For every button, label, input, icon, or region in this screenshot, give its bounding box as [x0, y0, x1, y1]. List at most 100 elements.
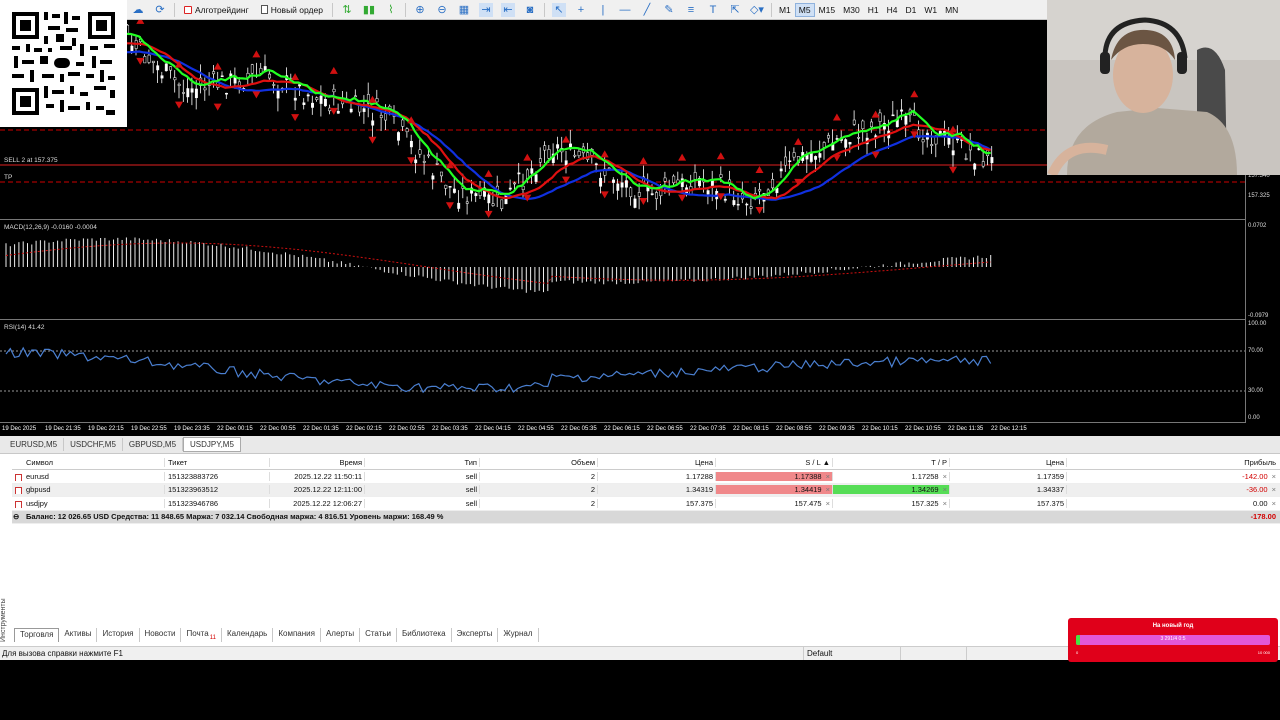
timeframe-m15[interactable]: M15	[815, 3, 840, 17]
remove-tp-icon[interactable]: ×	[943, 485, 947, 494]
line-chart-icon[interactable]: ⌇	[384, 3, 398, 17]
close-position-icon[interactable]: ×	[1272, 485, 1276, 494]
toolbox-tab-label: Компания	[278, 629, 315, 638]
chart-tab[interactable]: USDJPY,M5	[183, 437, 241, 452]
rsi-pane[interactable]: RSI(14) 41.42	[0, 320, 1245, 423]
balance-row[interactable]: ⊖ Баланс: 12 026.65 USD Средства: 11 848…	[12, 510, 1280, 524]
cell-time: 2025.12.22 12:11:00	[269, 485, 364, 495]
arrows-icon[interactable]: ⇱	[728, 3, 742, 17]
toolbar-separator	[331, 2, 333, 17]
cell-sl[interactable]: 1.17388 ×	[715, 471, 832, 481]
zoom-in-icon[interactable]: ⊕	[413, 3, 427, 17]
terminal-window: ☁ ⟳ Алготрейдинг Новый ордер ⇅ ▮▮ ⌇ ⊕ ⊖ …	[0, 0, 1280, 720]
screenshot-icon[interactable]: ◙	[523, 3, 537, 17]
toolbox-tab[interactable]: Почта11	[181, 628, 222, 642]
toolbox-tab[interactable]: Эксперты	[452, 628, 499, 642]
new-order-button[interactable]: Новый ордер	[255, 2, 329, 18]
trendline-icon[interactable]: ╱	[640, 3, 654, 17]
timeframe-h4[interactable]: H4	[883, 3, 902, 17]
chart-tab[interactable]: GBPUSD,M5	[123, 438, 184, 451]
zoom-out-icon[interactable]: ⊖	[435, 3, 449, 17]
close-position-icon[interactable]: ×	[1272, 472, 1276, 481]
chart-tab[interactable]: EURUSD,M5	[4, 438, 65, 451]
toolbox-tab[interactable]: Активы	[59, 628, 98, 642]
tp-label: TP	[4, 174, 13, 181]
rsi-axis: 100.00 70.00 30.00 0.00	[1245, 320, 1280, 423]
toolbox-tab-label: Библиотека	[402, 629, 446, 638]
timeframe-m5[interactable]: M5	[794, 2, 815, 17]
remove-sl-icon[interactable]: ×	[826, 472, 830, 481]
timeframe-m1[interactable]: M1	[775, 3, 795, 17]
cell-tp[interactable]: 157.325 ×	[832, 498, 949, 508]
autoscroll-icon[interactable]: ⇥	[478, 2, 493, 17]
tp-value: 1.34269	[911, 485, 939, 495]
timeframe-m30[interactable]: M30	[839, 3, 864, 17]
cell-symbol: eurusd	[12, 472, 164, 481]
toolbox-tab[interactable]: Новости	[140, 628, 182, 642]
fibonacci-icon[interactable]: ≡	[684, 3, 698, 17]
toolbox-tab[interactable]: Календарь	[222, 628, 274, 642]
toolbox-tab[interactable]: Библиотека	[397, 628, 452, 642]
grid-icon[interactable]: ▦	[457, 3, 471, 17]
macd-axis-bottom: -0.0979	[1248, 313, 1269, 319]
toolbox-tab[interactable]: Журнал	[498, 628, 539, 642]
time-axis-label: 22 Dec 02:55	[389, 426, 425, 432]
text-tool-icon[interactable]: T	[706, 3, 720, 17]
remove-tp-icon[interactable]: ×	[943, 499, 947, 508]
toolbox-tab[interactable]: Компания	[273, 628, 321, 642]
toolbox-tab[interactable]: Алерты	[321, 628, 361, 642]
col-profit[interactable]: Прибыль	[1066, 458, 1280, 467]
profile-name[interactable]: Default	[803, 647, 900, 660]
col-sl[interactable]: S / L ▲	[715, 458, 832, 467]
remove-sl-icon[interactable]: ×	[826, 485, 830, 494]
close-position-icon[interactable]: ×	[1272, 499, 1276, 508]
cell-tp[interactable]: 1.17258 ×	[832, 471, 949, 481]
algo-trading-button[interactable]: Алготрейдинг	[178, 2, 255, 18]
remove-tp-icon[interactable]: ×	[943, 472, 947, 481]
table-row[interactable]: usdjpy 151323946786 2025.12.22 12:06:27 sel…	[12, 497, 1280, 511]
toolbox-side-label[interactable]: Инструменты	[0, 598, 10, 642]
chart-tab[interactable]: USDCHF,M5	[64, 438, 123, 451]
col-time[interactable]: Время	[269, 458, 364, 467]
col-price[interactable]: Цена	[597, 458, 715, 467]
toolbar-separator	[404, 2, 406, 17]
timeframe-w1[interactable]: W1	[920, 3, 941, 17]
timeframe-d1[interactable]: D1	[901, 3, 920, 17]
depth-of-market-icon[interactable]: ⇅	[340, 3, 354, 17]
algo-trading-label: Алготрейдинг	[195, 4, 249, 15]
cell-sl[interactable]: 157.475 ×	[715, 498, 832, 508]
shapes-icon[interactable]: ◇▾	[750, 3, 764, 17]
col-symbol[interactable]: Символ	[12, 458, 164, 467]
balance-text: Баланс: 12 026.65 USD Средства: 11 848.6…	[26, 512, 444, 522]
col-ticket[interactable]: Тикет	[164, 458, 269, 467]
toolbox-tab[interactable]: История	[97, 628, 140, 642]
cursor-icon[interactable]: ↖	[551, 2, 566, 17]
horizontal-line-icon[interactable]: —	[618, 3, 632, 17]
cloud-icon[interactable]: ☁	[131, 3, 145, 17]
timeframe-mn[interactable]: MN	[941, 3, 962, 17]
table-row[interactable]: eurusd 151323883726 2025.12.22 11:50:11 sel…	[12, 470, 1280, 484]
col-volume[interactable]: Объем	[479, 458, 597, 467]
crosshair-icon[interactable]: +	[574, 3, 588, 17]
toolbar-separator	[770, 2, 772, 17]
refresh-icon[interactable]: ⟳	[153, 3, 167, 17]
chart-shift-icon[interactable]: ⇤	[500, 2, 515, 17]
timeframe-h1[interactable]: H1	[864, 3, 883, 17]
bar-chart-icon[interactable]: ▮▮	[362, 3, 376, 17]
collapse-icon[interactable]: ⊖	[13, 512, 19, 521]
macd-pane[interactable]: MACD(12,26,9) -0.0160 -0.0004	[0, 220, 1245, 320]
table-row[interactable]: gbpusd 151323963512 2025.12.22 12:11:00 sel…	[12, 483, 1280, 497]
col-tp[interactable]: T / P	[832, 458, 949, 467]
toolbox-tab[interactable]: Статьи	[360, 628, 398, 642]
help-hint: Для вызова справки нажмите F1	[2, 649, 123, 658]
vertical-line-icon[interactable]: |	[596, 3, 610, 17]
cell-sl[interactable]: 1.34419 ×	[715, 485, 832, 495]
remove-sl-icon[interactable]: ×	[826, 499, 830, 508]
cell-tp[interactable]: 1.34269 ×	[832, 485, 949, 495]
col-type[interactable]: Тип	[364, 458, 479, 467]
pencil-icon[interactable]: ✎	[662, 3, 676, 17]
col-current-price[interactable]: Цена	[949, 458, 1066, 467]
position-icon	[15, 473, 22, 481]
toolbox-tab[interactable]: Торговля	[14, 628, 60, 642]
trade-rows: eurusd 151323883726 2025.12.22 11:50:11 sel…	[12, 470, 1280, 511]
